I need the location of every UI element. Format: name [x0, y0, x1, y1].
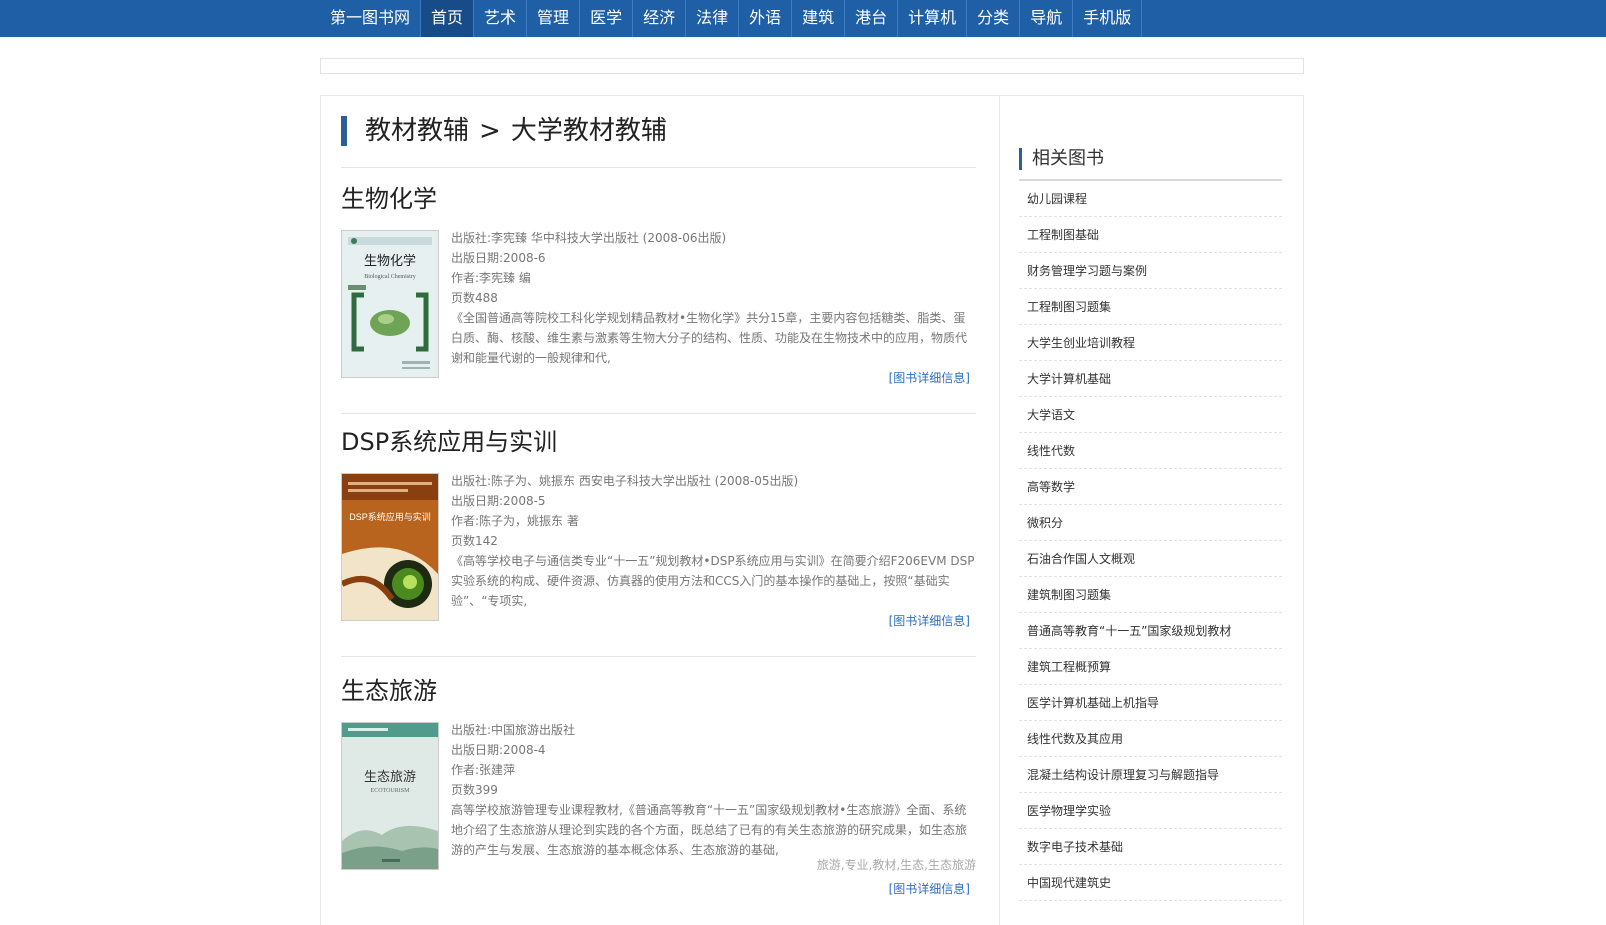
- leaf-bracket-icon: 生物化学 Biological Chemistry: [342, 231, 438, 377]
- site-brand-link[interactable]: 第一图书网: [320, 0, 422, 37]
- book-cover-image[interactable]: 生态旅游 ECOTOURISM: [341, 722, 439, 870]
- book-pages: 页数142: [451, 534, 498, 548]
- book-description: 《全国普通高等院校工科化学规划精品教材•生物化学》共分15章，主要内容包括糖类、…: [451, 311, 968, 365]
- landscape-icon: 生态旅游 ECOTOURISM: [342, 723, 438, 869]
- related-book-link[interactable]: 工程制图习题集: [1019, 289, 1282, 325]
- book-author: 作者:李宪臻 编: [451, 271, 531, 285]
- related-book-link[interactable]: 大学计算机基础: [1019, 361, 1282, 397]
- book-description: 《高等学校电子与通信类专业“十一五”规划教材•DSP系统应用与实训》在简要介绍F…: [451, 554, 975, 608]
- nav-item-law[interactable]: 法律: [686, 0, 740, 37]
- nav-item-medicine[interactable]: 医学: [580, 0, 634, 37]
- nav-item-categories[interactable]: 分类: [967, 0, 1021, 37]
- book-author: 作者:张建萍: [451, 763, 516, 777]
- book-publisher: 出版社:陈子为、姚振东 西安电子科技大学出版社 (2008-05出版): [451, 474, 799, 488]
- book-title-link[interactable]: DSP系统应用与实训: [341, 427, 557, 457]
- green-orb-icon: DSP系统应用与实训: [342, 474, 438, 620]
- book-item: DSP系统应用与实训 DSP系统应用与实训 出版社:陈子为、姚振东 西安电子科技…: [341, 427, 976, 657]
- book-info: 出版社:李宪臻 华中科技大学出版社 (2008-06出版) 出版日期:2008-…: [451, 228, 976, 368]
- related-books-list: 幼儿园课程 工程制图基础 财务管理学习题与案例 工程制图习题集 大学生创业培训教…: [1019, 181, 1282, 901]
- book-description: 高等学校旅游管理专业课程教材,《普通高等教育“十一五”国家级规划教材•生态旅游》…: [451, 803, 968, 857]
- book-info: 出版社:中国旅游出版社 出版日期:2008-4 作者:张建萍 页数399 高等学…: [451, 720, 976, 860]
- related-book-link[interactable]: 工程制图基础: [1019, 217, 1282, 253]
- book-tags: 旅游,专业,教材,生态,生态旅游: [816, 858, 976, 872]
- book-publisher: 出版社:中国旅游出版社: [451, 723, 576, 737]
- book-publisher: 出版社:李宪臻 华中科技大学出版社 (2008-06出版): [451, 231, 727, 245]
- nav-item-art[interactable]: 艺术: [474, 0, 528, 37]
- related-book-link[interactable]: 高等数学: [1019, 469, 1282, 505]
- nav-item-hk-tw[interactable]: 港台: [845, 0, 899, 37]
- cover-subtitle: ECOTOURISM: [371, 788, 411, 794]
- book-divider: [341, 656, 976, 657]
- related-book-link[interactable]: 建筑工程概预算: [1019, 649, 1282, 685]
- ad-banner-placeholder: [320, 58, 1304, 74]
- cover-title: 生物化学: [364, 253, 416, 268]
- breadcrumb-parent-link[interactable]: 教材教辅: [365, 116, 469, 146]
- main-content: 教材教辅 > 大学教材教辅 生物化学 生物化学 Biological Chemist…: [320, 95, 1000, 925]
- related-book-link[interactable]: 数字电子技术基础: [1019, 829, 1282, 865]
- nav-item-economics[interactable]: 经济: [633, 0, 687, 37]
- book-item: 生物化学 生物化学 Biological Chemistry 出版社:李宪臻 华…: [341, 184, 976, 414]
- book-publish-date: 出版日期:2008-6: [451, 251, 546, 265]
- nav-item-home[interactable]: 首页: [421, 0, 475, 37]
- cover-title: 生态旅游: [364, 769, 416, 784]
- main-nav: 第一图书网 首页 艺术 管理 医学 经济 法律 外语 建筑 港台 计算机 分类 …: [320, 0, 1143, 37]
- related-book-link[interactable]: 普通高等教育“十一五”国家级规划教材: [1019, 613, 1282, 649]
- book-detail-link[interactable]: [图书详细信息]: [889, 369, 970, 386]
- related-book-link[interactable]: 线性代数: [1019, 433, 1282, 469]
- book-title-link[interactable]: 生物化学: [341, 184, 437, 214]
- book-author: 作者:陈子为，姚振东 著: [451, 514, 579, 528]
- nav-item-foreign-language[interactable]: 外语: [739, 0, 793, 37]
- breadcrumb: 教材教辅 > 大学教材教辅: [341, 116, 667, 146]
- related-book-link[interactable]: 医学计算机基础上机指导: [1019, 685, 1282, 721]
- book-publish-date: 出版日期:2008-5: [451, 494, 546, 508]
- related-book-link[interactable]: 财务管理学习题与案例: [1019, 253, 1282, 289]
- book-pages: 页数399: [451, 783, 498, 797]
- related-book-link[interactable]: 大学生创业培训教程: [1019, 325, 1282, 361]
- related-book-link[interactable]: 建筑制图习题集: [1019, 577, 1282, 613]
- cover-title: DSP系统应用与实训: [349, 511, 431, 522]
- breadcrumb-divider: [341, 167, 976, 168]
- book-divider: [341, 413, 976, 414]
- breadcrumb-current[interactable]: 大学教材教辅: [511, 116, 667, 146]
- book-cover-image[interactable]: 生物化学 Biological Chemistry: [341, 230, 439, 378]
- related-book-link[interactable]: 线性代数及其应用: [1019, 721, 1282, 757]
- book-title-link[interactable]: 生态旅游: [341, 676, 437, 706]
- nav-item-computer[interactable]: 计算机: [898, 0, 968, 37]
- book-publish-date: 出版日期:2008-4: [451, 743, 546, 757]
- related-book-link[interactable]: 大学语文: [1019, 397, 1282, 433]
- related-book-link[interactable]: 中国现代建筑史: [1019, 865, 1282, 901]
- top-navbar: 第一图书网 首页 艺术 管理 医学 经济 法律 外语 建筑 港台 计算机 分类 …: [0, 0, 1606, 37]
- related-books-heading: 相关图书: [1019, 148, 1104, 170]
- breadcrumb-separator: >: [479, 116, 501, 146]
- cover-subtitle: Biological Chemistry: [364, 274, 416, 280]
- related-book-link[interactable]: 微积分: [1019, 505, 1282, 541]
- book-cover-image[interactable]: DSP系统应用与实训: [341, 473, 439, 621]
- related-book-link[interactable]: 混凝土结构设计原理复习与解题指导: [1019, 757, 1282, 793]
- book-detail-link[interactable]: [图书详细信息]: [889, 612, 970, 629]
- sidebar: 相关图书 幼儿园课程 工程制图基础 财务管理学习题与案例 工程制图习题集 大学生…: [999, 95, 1304, 925]
- related-book-link[interactable]: 医学物理学实验: [1019, 793, 1282, 829]
- nav-item-architecture[interactable]: 建筑: [792, 0, 846, 37]
- related-book-link[interactable]: 石油合作国人文概观: [1019, 541, 1282, 577]
- book-pages: 页数488: [451, 291, 498, 305]
- related-book-link[interactable]: 幼儿园课程: [1019, 181, 1282, 217]
- nav-item-navigation[interactable]: 导航: [1020, 0, 1074, 37]
- nav-item-mobile[interactable]: 手机版: [1073, 0, 1143, 37]
- book-info: 出版社:陈子为、姚振东 西安电子科技大学出版社 (2008-05出版) 出版日期…: [451, 471, 976, 611]
- book-item: 生态旅游 生态旅游 ECOTOURISM 出版社:中国旅游出版社 出版日期:20…: [341, 676, 976, 916]
- book-detail-link[interactable]: [图书详细信息]: [889, 880, 970, 897]
- nav-item-management[interactable]: 管理: [527, 0, 581, 37]
